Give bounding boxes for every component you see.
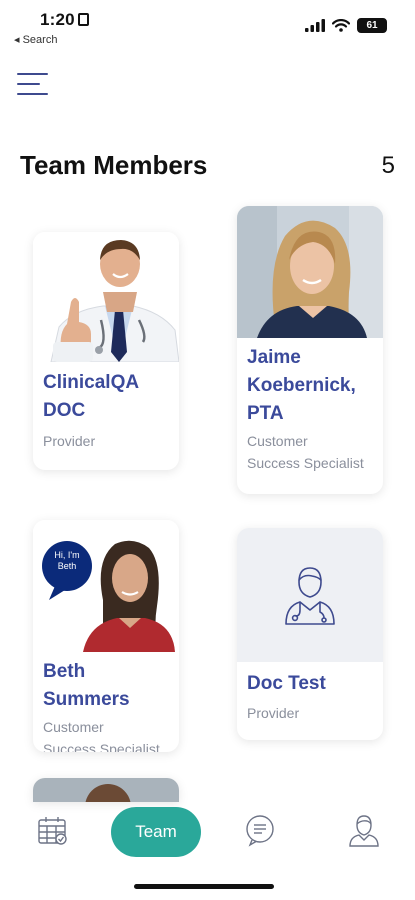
member-photo: Hi, I'm Beth	[33, 520, 179, 652]
member-name-line: Koebernick,	[247, 375, 356, 396]
member-role-line: Provider	[43, 433, 96, 449]
member-role: Provider	[247, 702, 377, 724]
member-count: 5	[381, 152, 395, 179]
member-role-line: Success Specialist	[43, 741, 160, 752]
member-name-line: DOC	[43, 400, 86, 421]
member-name-line: PTA	[247, 403, 284, 424]
nav-messages[interactable]	[240, 810, 280, 850]
time-text: 1:20	[40, 10, 75, 29]
battery-icon: 61	[357, 18, 387, 33]
member-role: Customer Success Specialist	[247, 430, 377, 474]
nav-team-button[interactable]: Team	[111, 807, 201, 857]
wifi-icon	[332, 19, 350, 32]
id-badge-icon	[77, 13, 89, 26]
status-bar: 1:20 ◂ Search 61	[0, 0, 415, 50]
chat-icon	[246, 815, 274, 847]
back-to-search-link[interactable]: ◂ Search	[14, 33, 57, 46]
member-name-line: Beth	[43, 661, 86, 682]
menu-line	[17, 83, 40, 85]
page-title: Team Members	[20, 150, 208, 180]
calendar-icon	[38, 817, 67, 845]
member-name: Jaime Koebernick, PTA	[247, 344, 375, 428]
member-role-line: Customer	[247, 433, 308, 449]
member-name: ClinicalQA DOC	[43, 369, 171, 425]
member-name-line: Summers	[43, 689, 130, 710]
menu-button[interactable]	[17, 68, 49, 100]
menu-line	[17, 73, 48, 75]
menu-line	[17, 93, 48, 95]
speech-bubble: Hi, I'm Beth	[42, 550, 92, 572]
woman-photo-illustration	[237, 206, 383, 338]
member-card-clinicalqa[interactable]: ClinicalQA DOC Provider	[33, 232, 179, 470]
bottom-nav: Team	[0, 800, 415, 870]
status-icons: 61	[305, 18, 387, 33]
member-card-partial[interactable]	[33, 778, 179, 802]
member-role: Provider	[43, 430, 173, 452]
member-card-beth-summers[interactable]: Hi, I'm Beth Beth Summers Customer Succe…	[33, 520, 179, 752]
member-role: Customer Success Specialist	[43, 716, 173, 752]
member-role-line: Provider	[247, 705, 300, 721]
member-card-jaime-koebernick[interactable]: Jaime Koebernick, PTA Customer Success S…	[237, 206, 383, 494]
doctor-photo-illustration	[50, 240, 179, 362]
member-name-line: Jaime	[247, 347, 301, 368]
member-photo	[237, 206, 383, 338]
member-role-line: Customer	[43, 719, 104, 735]
nav-calendar[interactable]	[32, 810, 72, 850]
status-time: 1:20	[40, 10, 89, 30]
nav-profile[interactable]	[344, 810, 384, 850]
battery-level: 61	[366, 20, 378, 31]
speech-bubble-line: Beth	[57, 561, 77, 571]
member-name: Doc Test	[247, 670, 375, 698]
member-photo	[33, 778, 179, 802]
member-photo-placeholder	[237, 528, 383, 662]
member-name: Beth Summers	[43, 658, 171, 714]
member-name-line: ClinicalQA	[43, 372, 140, 393]
doctor-avatar-icon	[285, 567, 335, 625]
member-card-doc-test[interactable]: Doc Test Provider	[237, 528, 383, 740]
member-photo	[33, 232, 179, 362]
nav-team-label: Team	[135, 822, 177, 841]
member-name-line: Doc Test	[247, 673, 326, 694]
home-indicator	[134, 884, 274, 889]
speech-bubble-line: Hi, I'm	[54, 550, 80, 560]
signal-icon	[305, 19, 325, 32]
profile-icon	[349, 815, 379, 847]
member-role-line: Success Specialist	[247, 455, 364, 471]
beth-photo-illustration	[42, 540, 175, 652]
